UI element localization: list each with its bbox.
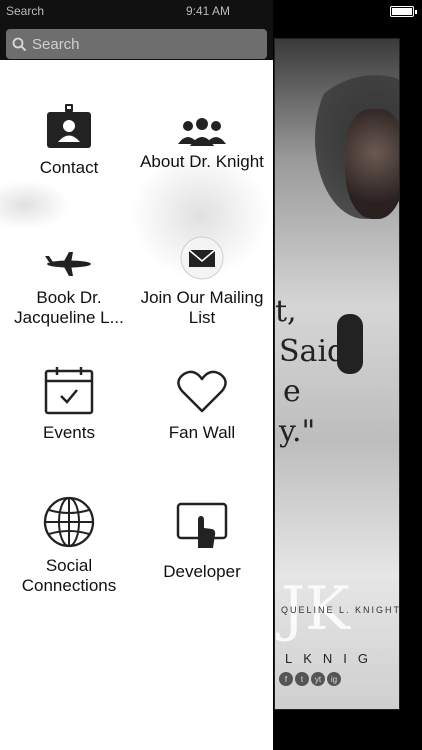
menu-item-mailing-list[interactable]: Join Our Mailing List	[135, 220, 269, 340]
facebook-icon: f	[279, 672, 293, 686]
group-icon	[172, 90, 232, 150]
envelope-icon	[172, 220, 232, 280]
menu-item-label: Social Connections	[21, 556, 117, 595]
menu-item-label: Join Our Mailing List	[140, 288, 264, 327]
menu-item-label: About Dr. Knight	[140, 152, 264, 171]
id-badge-icon	[39, 90, 99, 150]
globe-icon	[39, 488, 99, 548]
poster-image: t, Said, e y." JK QUELINE L. KNIGHT LKNI…	[274, 38, 400, 710]
menu-item-fan-wall[interactable]: Fan Wall	[135, 355, 269, 475]
menu-item-label: Events	[43, 423, 95, 442]
youtube-icon: yt	[311, 672, 325, 686]
menu-item-label: Book Dr. Jacqueline L...	[14, 288, 124, 327]
poster-brand: LKNIG	[285, 651, 380, 666]
heart-icon	[172, 355, 232, 415]
carrier-label: Search	[6, 4, 45, 18]
tablet-tap-icon	[172, 488, 232, 548]
menu-item-book[interactable]: Book Dr. Jacqueline L...	[2, 220, 136, 340]
twitter-icon: t	[295, 672, 309, 686]
menu-item-label: Developer	[163, 562, 241, 581]
menu-item-developer[interactable]: Developer	[135, 488, 269, 608]
poster-quote-line: y."	[279, 414, 316, 449]
menu-item-about[interactable]: About Dr. Knight	[135, 90, 269, 210]
airplane-icon	[39, 220, 99, 280]
status-bar: Search 9:41 AM	[0, 0, 422, 22]
menu-item-label: Fan Wall	[168, 423, 236, 442]
poster-quote-line: e	[283, 374, 301, 409]
search-bar[interactable]	[6, 29, 267, 59]
instagram-icon: ig	[327, 672, 341, 686]
calendar-check-icon	[39, 355, 99, 415]
poster-face	[345, 109, 399, 219]
battery-icon	[390, 6, 417, 17]
side-menu: Contact About Dr. Knight	[0, 0, 273, 750]
poster-quote-line: Said,	[279, 334, 356, 369]
poster-name: QUELINE L. KNIGHT	[281, 605, 400, 615]
poster-quote-line: t,	[275, 294, 297, 329]
menu-item-events[interactable]: Events	[2, 355, 136, 475]
search-input[interactable]	[32, 35, 252, 53]
menu-item-contact[interactable]: Contact	[2, 90, 136, 210]
menu-item-social-connections[interactable]: Social Connections	[2, 488, 136, 608]
status-time: 9:41 AM	[186, 4, 231, 18]
poster-social-row: f t yt ig	[279, 672, 341, 686]
search-icon	[12, 37, 27, 51]
menu-item-label: Contact	[39, 158, 99, 177]
